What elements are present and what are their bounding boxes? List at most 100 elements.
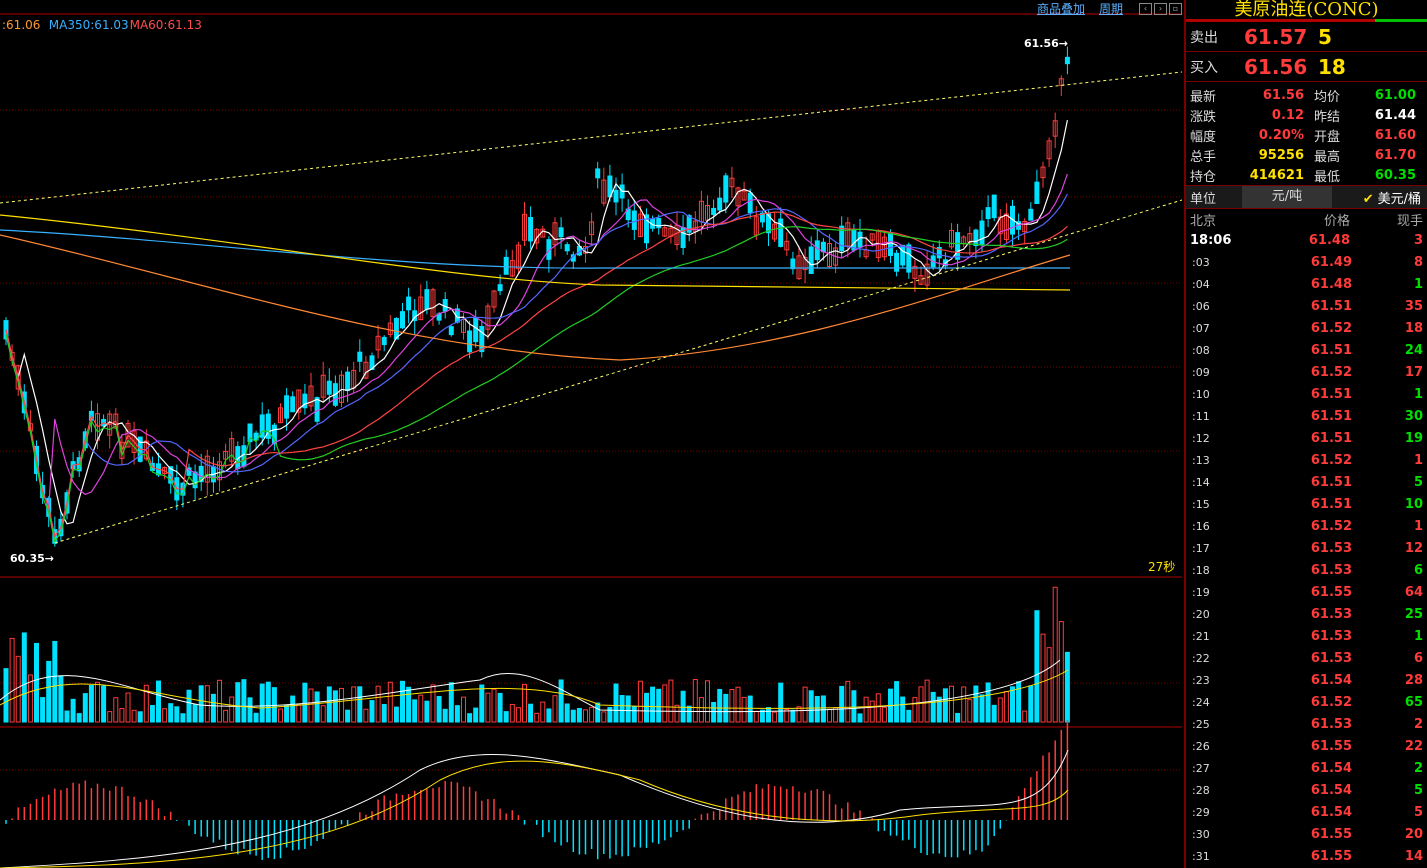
countdown-timer: 27秒 [1148, 560, 1175, 574]
bid-row[interactable]: 买入 61.56 18 [1186, 52, 1427, 82]
volume-bar [753, 710, 759, 723]
tick-time: :07 [1192, 321, 1210, 335]
candle-body [814, 240, 820, 261]
volume-bar [363, 708, 369, 723]
volume-bar [735, 686, 741, 723]
tick-price: 61.53 [1310, 540, 1352, 556]
volume-bar [296, 704, 302, 723]
volume-bar [936, 696, 942, 723]
volume-bar [961, 686, 967, 723]
candle-body [747, 192, 753, 214]
volume-bar [436, 695, 442, 723]
volume-bar [607, 706, 613, 723]
volume-bar [21, 632, 27, 723]
stat-value: 60.35 [1374, 167, 1416, 183]
volume-bar [595, 702, 601, 723]
volume-bar [576, 707, 582, 723]
volume-bar [534, 712, 540, 723]
tick-time: :21 [1192, 629, 1210, 643]
unit-option-usd[interactable]: ✔ 美元/桶 [1332, 188, 1427, 207]
volume-bar [186, 689, 192, 723]
volume-bar [369, 700, 375, 723]
tick-time: :13 [1192, 453, 1210, 467]
candle-body [326, 380, 332, 395]
volume-bar [570, 709, 576, 723]
volume-bar [558, 679, 564, 723]
stat-value: 414621 [1249, 167, 1304, 183]
candle-body [808, 246, 814, 274]
volume-bar [790, 709, 796, 723]
stat-row: 涨跌 0.12 昨结 61.44 [1186, 105, 1427, 125]
volume-bar [162, 708, 168, 723]
volume-bar [351, 686, 357, 723]
volume-bar [247, 697, 253, 723]
tick-time: :22 [1192, 651, 1210, 665]
bid-price: 61.56 [1244, 54, 1308, 79]
tick-price: 61.48 [1310, 276, 1352, 292]
candle-body [631, 210, 637, 230]
tick-volume: 2 [1413, 716, 1423, 732]
tick-row: :20 61.53 25 [1186, 603, 1427, 625]
stat-row: 持仓 414621 最低 60.35 [1186, 165, 1427, 185]
kline-chart[interactable]: :61.06 MA350:61.03 MA60:61.13 61.56→ 60.35→ 2… [0, 0, 1182, 868]
unit-option-cny[interactable]: 元/吨 [1242, 186, 1332, 208]
tick-time: :06 [1192, 299, 1210, 313]
tick-volume: 20 [1404, 826, 1423, 842]
tick-volume: 6 [1413, 650, 1423, 666]
ticks-list[interactable]: 18:06 61.48 3:03 61.49 8:04 61.48 1:06 61.51 35:… [1186, 229, 1427, 867]
volume-bar [387, 681, 393, 723]
bid-label: 买入 [1190, 59, 1218, 76]
volume-bar [949, 685, 954, 723]
volume-bar [253, 712, 259, 723]
volume-bar [76, 713, 82, 723]
overlay-link[interactable]: 商品叠加 [1037, 0, 1085, 16]
next-icon[interactable]: › [1154, 3, 1167, 15]
volume-bar [454, 705, 460, 723]
volume-bar [217, 679, 222, 723]
tick-time: :25 [1192, 717, 1210, 731]
tick-price: 61.55 [1310, 584, 1352, 600]
volume-bar [942, 688, 948, 723]
volume-bar [107, 711, 113, 723]
candle-body [820, 241, 826, 253]
candle-body [979, 220, 985, 246]
tick-time: :17 [1192, 541, 1210, 555]
stat-value: 61.70 [1374, 147, 1416, 163]
volume-bar [9, 637, 15, 723]
volume-bar [95, 681, 100, 723]
prev-icon[interactable]: ‹ [1139, 3, 1152, 15]
stat-label: 最高 [1314, 149, 1341, 165]
volume-bar [168, 703, 174, 723]
volume-bar [906, 709, 912, 723]
tick-volume: 1 [1413, 518, 1423, 534]
stat-label: 昨结 [1314, 109, 1341, 125]
tick-price: 61.53 [1310, 716, 1352, 732]
volume-bar [802, 686, 808, 723]
period-link[interactable]: 周期 [1099, 0, 1123, 16]
volume-bar [1028, 685, 1034, 723]
volume-bar [467, 713, 473, 723]
volume-bar [229, 696, 235, 723]
tick-row: :19 61.55 64 [1186, 581, 1427, 603]
tick-price: 61.51 [1310, 496, 1352, 512]
volume-bar [930, 691, 936, 723]
tick-volume: 2 [1413, 760, 1423, 776]
stat-label: 幅度 [1190, 129, 1217, 145]
volume-bar [552, 695, 558, 723]
volume-bar [278, 708, 283, 723]
volume-bar [814, 696, 820, 723]
volume-bar [192, 703, 198, 723]
candle-body [290, 396, 296, 413]
volume-bar [863, 696, 869, 723]
volume-bar [223, 709, 229, 723]
stat-value: 61.00 [1374, 87, 1416, 103]
volume-bar [680, 690, 686, 723]
kline-chart-area[interactable]: :61.06 MA350:61.03 MA60:61.13 61.56→ 60.35→ 2… [0, 0, 1182, 868]
volume-bar [808, 690, 814, 723]
unit-selector[interactable]: 单位 元/吨 ✔ 美元/桶 [1186, 186, 1427, 209]
volume-bar [473, 707, 479, 723]
tick-volume: 22 [1404, 738, 1423, 754]
volume-bar [839, 685, 845, 723]
ask-row[interactable]: 卖出 61.57 5 [1186, 22, 1427, 52]
restore-icon[interactable]: ▫ [1169, 3, 1182, 15]
